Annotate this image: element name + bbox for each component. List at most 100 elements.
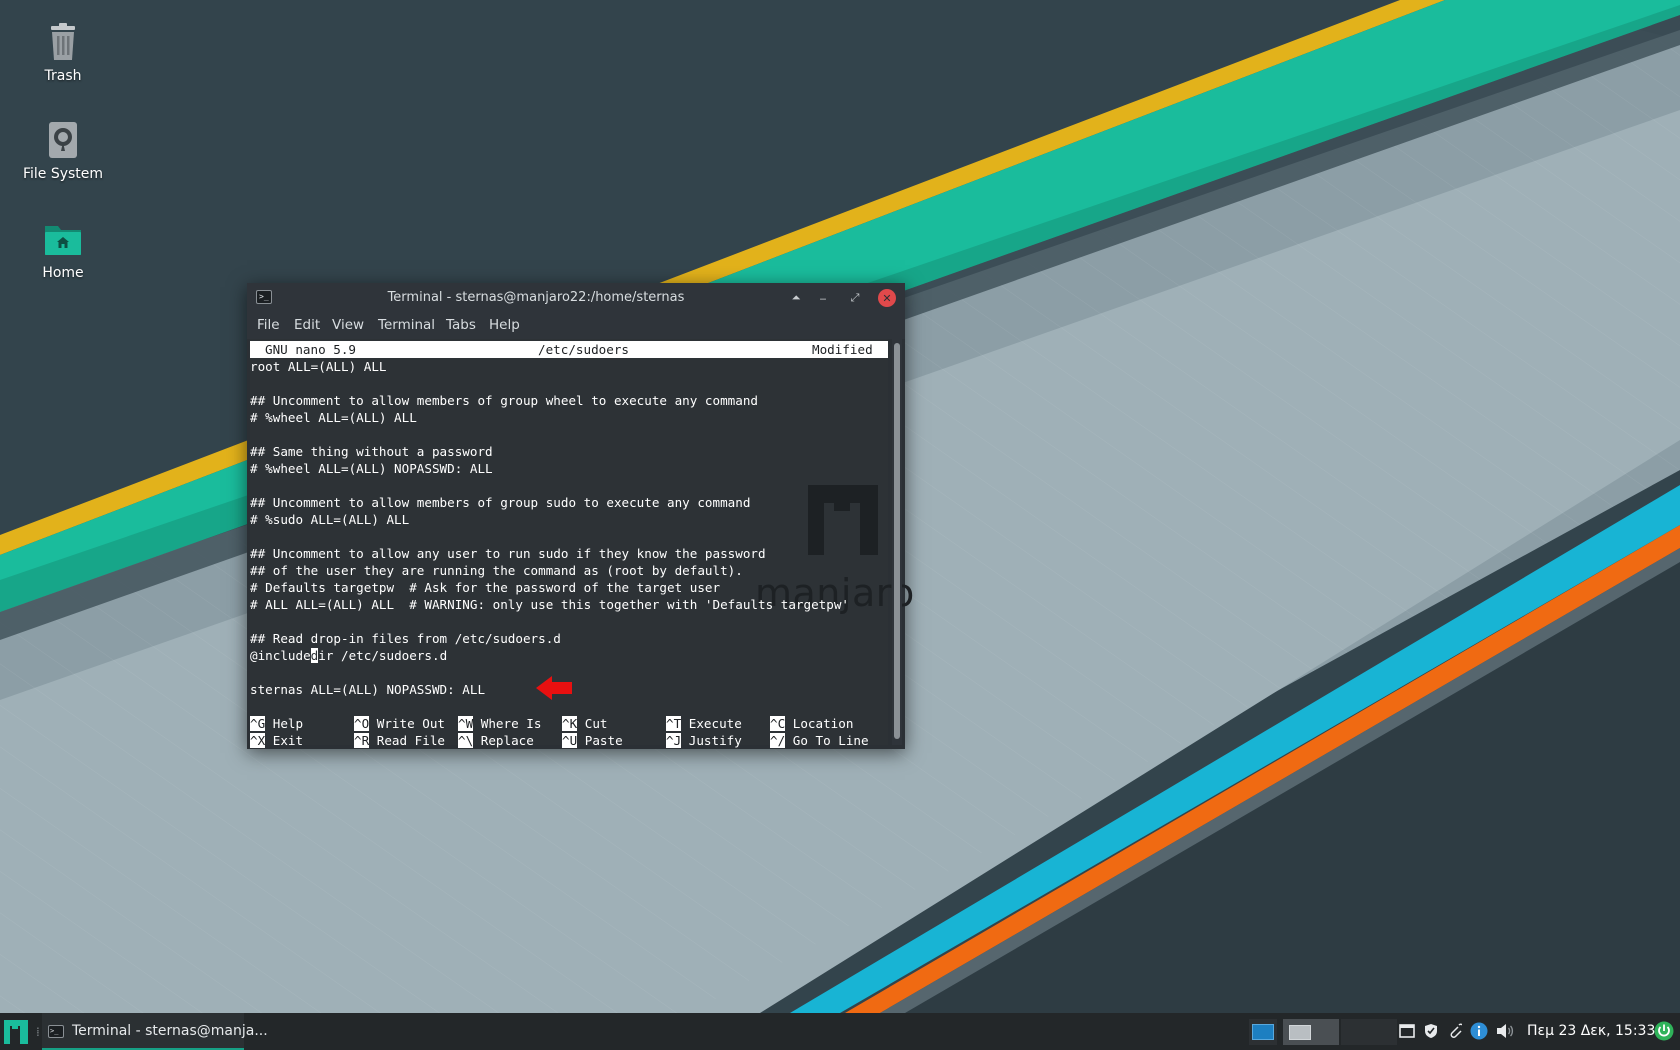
include-text-after-cursor: ir /etc/sudoers.d xyxy=(318,648,448,663)
editor-line: # Defaults targetpw # Ask for the passwo… xyxy=(250,580,721,595)
scrollbar-thumb[interactable] xyxy=(894,343,900,739)
shortcut-key: ^T xyxy=(666,716,682,731)
terminal-task-icon: >_ xyxy=(48,1025,64,1038)
menu-file[interactable]: File xyxy=(257,317,280,333)
shortcut-write-out: ^O Write Out xyxy=(354,715,445,732)
minimize-button[interactable]: ‒ xyxy=(814,289,832,307)
info-icon[interactable] xyxy=(1470,1022,1488,1040)
editor-line: ## Uncomment to allow members of group w… xyxy=(250,393,758,408)
taskbar-task-terminal[interactable]: >_ Terminal - sternas@manja... xyxy=(42,1013,268,1050)
desktop-icon-label: Trash xyxy=(44,68,82,84)
shortcut-label: Cut xyxy=(584,716,608,731)
terminal-app-icon[interactable]: >_ xyxy=(256,290,272,304)
shortcut-key: ^C xyxy=(770,716,786,731)
shortcut-label: Where Is xyxy=(480,716,542,731)
workspace-2[interactable] xyxy=(1283,1019,1339,1045)
terminal-window[interactable]: >_ Terminal - sternas@manjaro22:/home/st… xyxy=(247,283,914,749)
window-title: Terminal - sternas@manjaro22:/home/stern… xyxy=(387,290,685,305)
volume-icon[interactable] xyxy=(1496,1022,1514,1040)
shortcut-paste: ^U Paste xyxy=(562,732,623,749)
task-label: Terminal - sternas@manja... xyxy=(72,1023,268,1039)
shortcut-execute: ^T Execute xyxy=(666,715,742,732)
red-arrow-annotation xyxy=(536,676,572,700)
shortcut-key: ^/ xyxy=(770,733,786,748)
menu-bar: File Edit View Terminal Tabs Help xyxy=(247,313,905,339)
workspace-window-thumb xyxy=(1252,1024,1274,1040)
shortcut-key: ^U xyxy=(562,733,578,748)
shortcut-label: Read File xyxy=(376,733,446,748)
clipboard-icon[interactable] xyxy=(1398,1022,1416,1040)
editor-line-added-rule: sternas ALL=(ALL) NOPASSWD: ALL xyxy=(250,682,486,697)
menu-tabs[interactable]: Tabs xyxy=(446,317,476,333)
desktop-icon-label: File System xyxy=(22,166,104,182)
shortcut-replace: ^\ Replace xyxy=(458,732,534,749)
include-text-before-cursor: @include xyxy=(250,648,311,663)
shortcut-key: ^R xyxy=(354,733,370,748)
paperclip-icon[interactable] xyxy=(1446,1022,1464,1040)
editor-line-include: @includedir /etc/sudoers.d xyxy=(250,647,447,664)
shortcut-key: ^O xyxy=(354,716,370,731)
maximize-button[interactable]: ⤢ xyxy=(846,289,864,307)
menu-terminal[interactable]: Terminal xyxy=(378,317,435,333)
home-folder-icon xyxy=(43,219,83,259)
taskbar-separator: ⁞ xyxy=(36,1024,40,1039)
power-icon[interactable] xyxy=(1654,1021,1674,1041)
shortcut-help: ^G Help xyxy=(250,715,303,732)
nano-filename: /etc/sudoers xyxy=(538,342,629,357)
shortcut-label: Execute xyxy=(688,716,742,731)
desktop-icon-home[interactable]: Home xyxy=(8,219,118,281)
shortcut-key: ^G xyxy=(250,716,266,731)
shortcut-key: ^\ xyxy=(458,733,474,748)
window-titlebar[interactable]: >_ Terminal - sternas@manjaro22:/home/st… xyxy=(247,283,905,313)
shortcut-label: Paste xyxy=(584,733,623,748)
desktop-icon-trash[interactable]: Trash xyxy=(8,22,118,84)
shortcut-read-file: ^R Read File xyxy=(354,732,445,749)
editor-line: ## Same thing without a password xyxy=(250,444,493,459)
shortcut-key: ^J xyxy=(666,733,682,748)
shortcut-label: Write Out xyxy=(376,716,446,731)
desktop-icon-label: Home xyxy=(42,265,84,281)
shield-icon[interactable] xyxy=(1422,1022,1440,1040)
application-menu-button[interactable] xyxy=(4,1013,34,1050)
shortcut-key: ^W xyxy=(458,716,474,731)
workspace-3[interactable] xyxy=(1341,1019,1397,1045)
shortcut-label: Justify xyxy=(688,733,742,748)
manjaro-menu-icon xyxy=(4,1019,28,1044)
workspace-window-thumb xyxy=(1289,1025,1311,1040)
shortcut-label: Replace xyxy=(480,733,534,748)
editor-line: # %sudo ALL=(ALL) ALL xyxy=(250,512,410,527)
menu-edit[interactable]: Edit xyxy=(294,317,320,333)
editor-line: root ALL=(ALL) ALL xyxy=(250,359,387,374)
editor-line: # ALL ALL=(ALL) ALL # WARNING: only use … xyxy=(250,597,849,612)
menu-help[interactable]: Help xyxy=(489,317,520,333)
shortcut-justify: ^J Justify xyxy=(666,732,742,749)
editor-line: ## Uncomment to allow any user to run su… xyxy=(250,546,766,561)
menu-view[interactable]: View xyxy=(332,317,364,333)
editor-line: ## Read drop-in files from /etc/sudoers.… xyxy=(250,631,561,646)
nano-version: GNU nano 5.9 xyxy=(265,342,356,357)
manjaro-logo-watermark xyxy=(808,485,878,555)
editor-line: ## Uncomment to allow members of group s… xyxy=(250,495,751,510)
taskbar: ⁞ >_ Terminal - sternas@manja... Πεμ 23 … xyxy=(0,1013,1680,1050)
shortcut-go-to-line: ^/ Go To Line xyxy=(770,732,869,749)
terminal-scrollbar[interactable] xyxy=(892,339,902,745)
nano-modified-status: Modified xyxy=(812,342,873,357)
shortcut-cut: ^K Cut xyxy=(562,715,608,732)
editor-line: # %wheel ALL=(ALL) NOPASSWD: ALL xyxy=(250,461,493,476)
keep-above-button[interactable]: ⏶ xyxy=(787,289,805,307)
shortcut-label: Exit xyxy=(272,733,304,748)
shortcut-where-is: ^W Where Is xyxy=(458,715,541,732)
workspace-1[interactable] xyxy=(1249,1019,1277,1045)
clock[interactable]: Πεμ 23 Δεκ, 15:33 xyxy=(1527,1023,1655,1039)
desktop-icon-file-system[interactable]: File System xyxy=(8,120,118,182)
trash-icon xyxy=(43,22,83,62)
editor-line: ## of the user they are running the comm… xyxy=(250,563,743,578)
close-button[interactable]: ✕ xyxy=(878,289,896,307)
editor-line: # %wheel ALL=(ALL) ALL xyxy=(250,410,417,425)
shortcut-exit: ^X Exit xyxy=(250,732,303,749)
shortcut-label: Go To Line xyxy=(792,733,869,748)
terminal-content[interactable]: manjaro GNU nano 5.9 /etc/sudoers Modifi… xyxy=(250,339,914,748)
nano-title-bar: GNU nano 5.9 /etc/sudoers Modified xyxy=(250,341,888,358)
shortcut-label: Location xyxy=(792,716,854,731)
drive-icon xyxy=(43,120,83,160)
